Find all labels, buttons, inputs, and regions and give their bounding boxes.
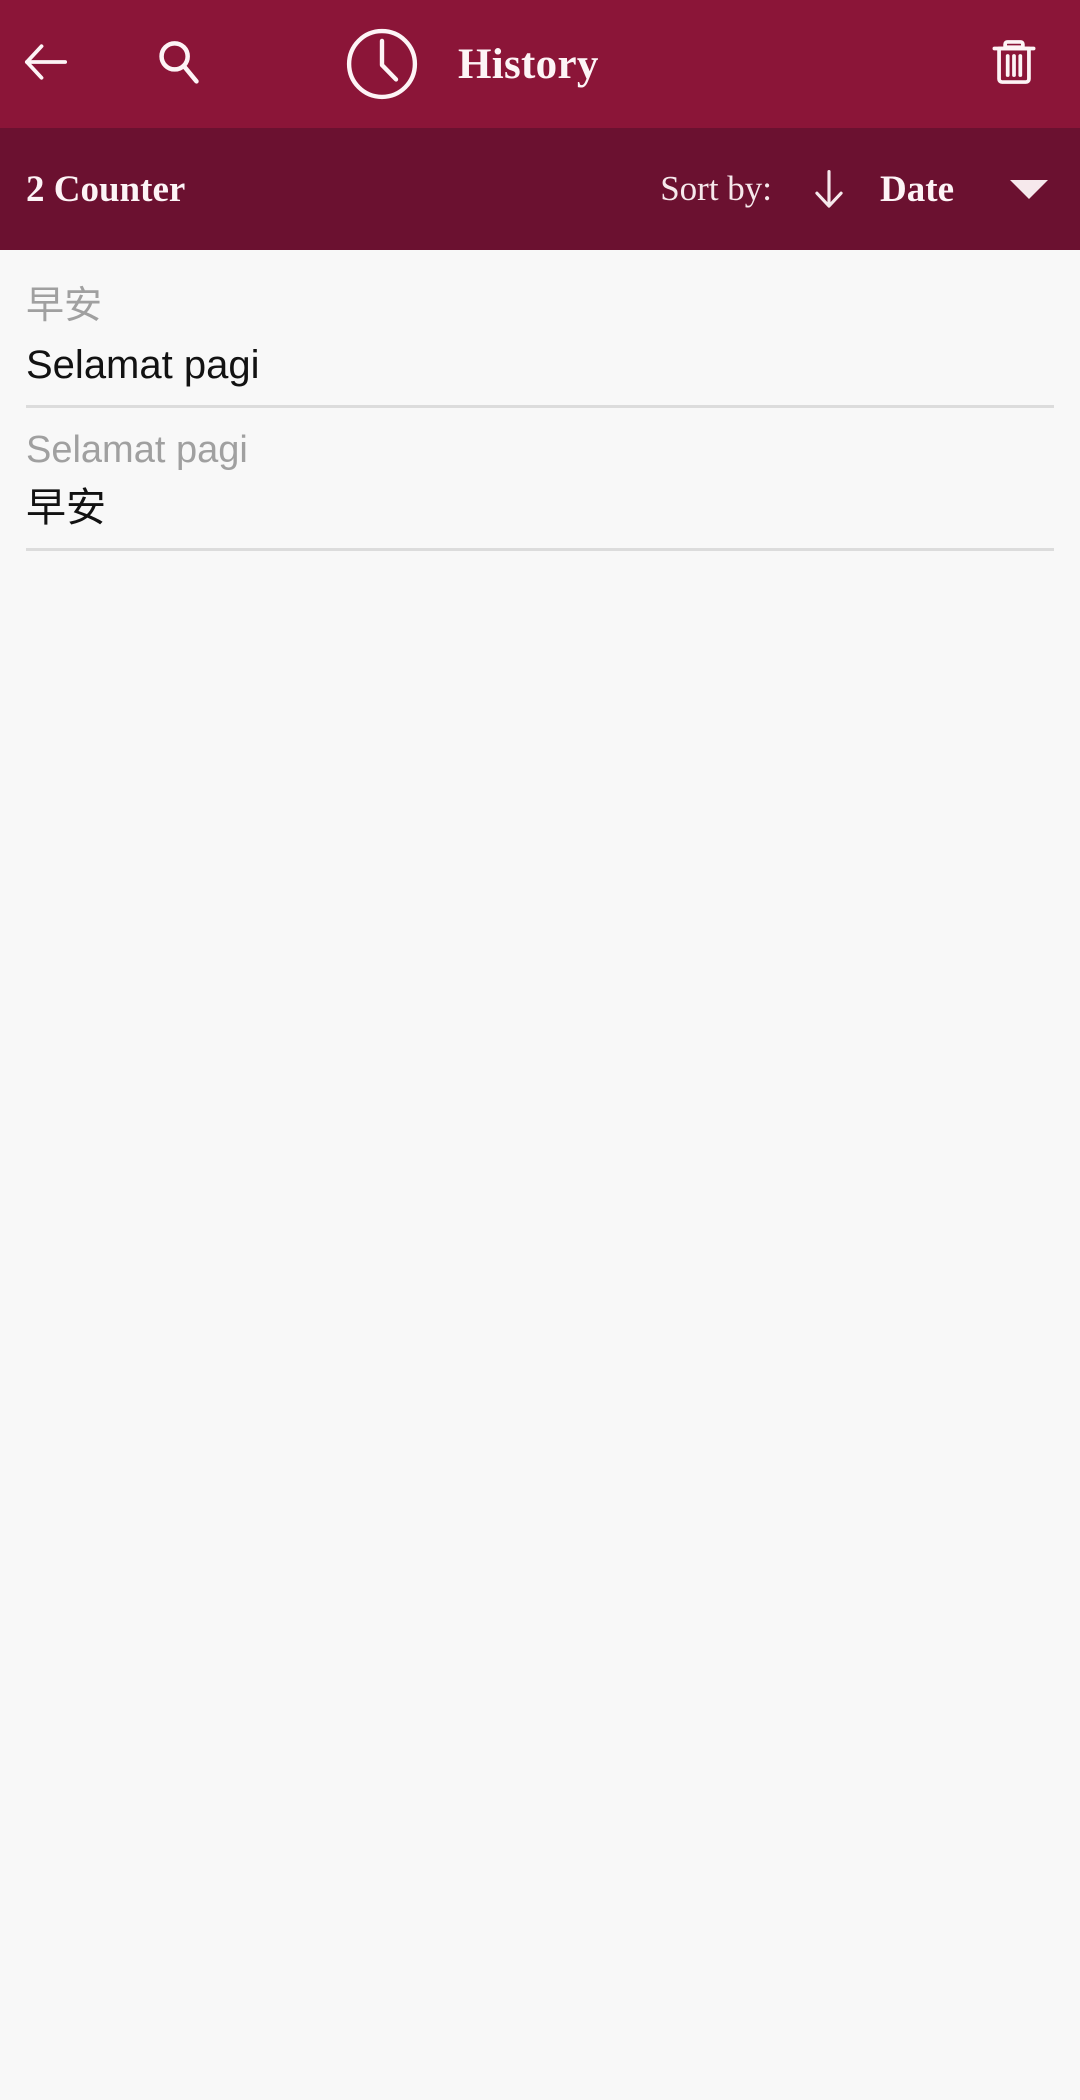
delete-all-button[interactable] bbox=[976, 26, 1052, 102]
search-icon bbox=[151, 35, 205, 94]
clock-icon bbox=[336, 18, 428, 110]
list-item-target-text: 早安 bbox=[26, 486, 106, 531]
sort-bar: 2 Counter Sort by: Date bbox=[0, 128, 1080, 250]
trash-icon bbox=[986, 34, 1042, 95]
sort-by-label: Sort by: bbox=[660, 169, 773, 208]
search-button[interactable] bbox=[140, 26, 216, 102]
app-bar: History bbox=[0, 0, 1080, 128]
list-item[interactable]: Selamat pagi 早安 bbox=[26, 408, 1054, 552]
list-item-target-text: Selamat pagi bbox=[26, 342, 260, 387]
counter-label: 2 Counter bbox=[26, 168, 186, 210]
sort-controls[interactable]: Sort by: Date bbox=[660, 162, 1056, 216]
list-item-source-text: Selamat pagi bbox=[26, 428, 248, 471]
app-bar-title-group: History bbox=[336, 18, 1080, 110]
back-arrow-icon bbox=[19, 35, 73, 94]
list-item[interactable]: 早安 Selamat pagi bbox=[26, 264, 1054, 408]
arrow-down-icon[interactable] bbox=[802, 162, 856, 216]
page-title: History bbox=[458, 40, 599, 88]
history-screen: History 2 Counter Sort by: Date 早安 Selam… bbox=[0, 0, 1080, 2100]
back-button[interactable] bbox=[8, 26, 84, 102]
history-list: 早安 Selamat pagi Selamat pagi 早安 bbox=[0, 250, 1080, 2100]
list-item-source-text: 早安 bbox=[26, 285, 103, 327]
sort-value[interactable]: Date bbox=[880, 168, 954, 211]
caret-down-icon[interactable] bbox=[1010, 179, 1048, 199]
